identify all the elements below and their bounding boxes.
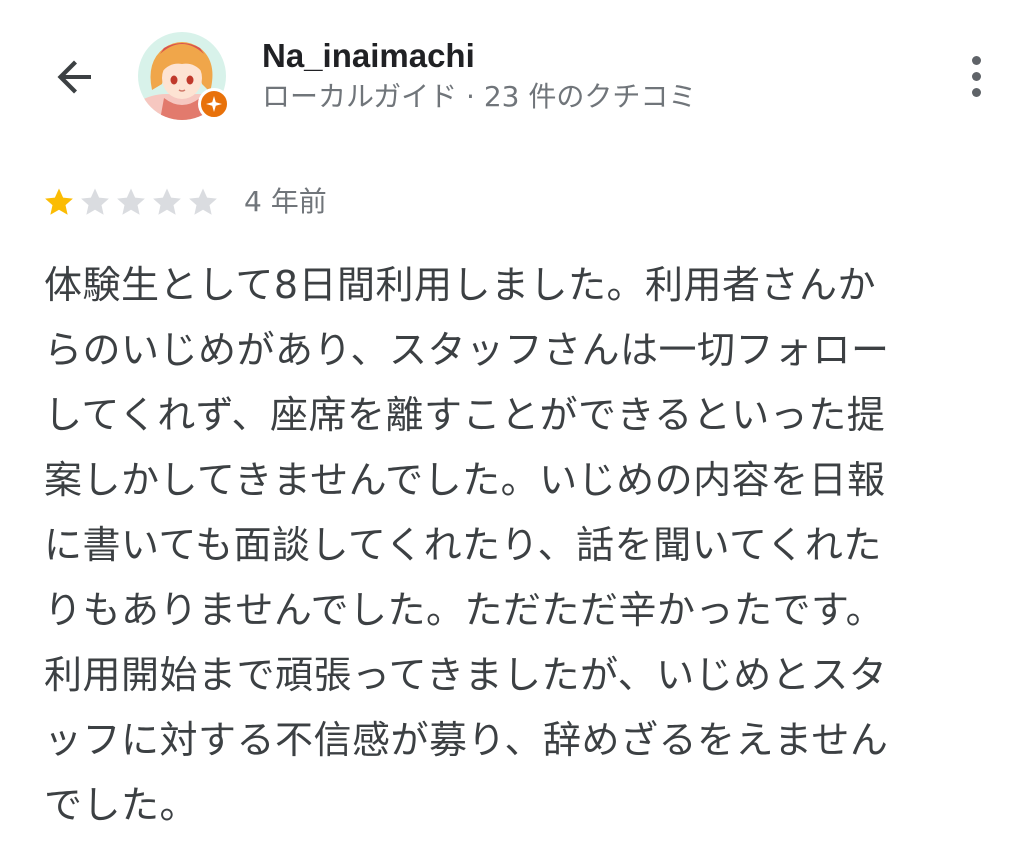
star-empty-icon <box>153 188 181 215</box>
star-empty-icon <box>189 188 217 215</box>
star-filled-icon <box>45 188 73 215</box>
back-button[interactable] <box>40 42 110 112</box>
local-guide-badge <box>198 88 230 120</box>
more-vert-icon <box>971 55 981 65</box>
review-text-line: してくれず、座席を離すことができるといった提 <box>44 393 886 437</box>
user-name[interactable]: Na_inaimachi <box>262 36 475 76</box>
review-rating-row: 4 年前 <box>42 182 327 222</box>
user-subtitle: ローカルガイド · 23 件のクチコミ <box>262 80 697 113</box>
arrow-left-icon <box>57 60 91 94</box>
star-empty-icon <box>117 188 145 215</box>
local-guide-star-icon <box>206 96 222 112</box>
review-text-line: りもありませんでした。ただただ辛かったです。 <box>44 588 885 632</box>
review-text-line: に書いても面談してくれたり、話を聞いてくれた <box>44 523 882 567</box>
more-options-button[interactable] <box>948 46 1004 106</box>
review-text-line: 利用開始まで頑張ってきましたが、いじめとスタ <box>44 653 888 697</box>
review-text: 体験生として8日間利用しました。利用者さんか らのいじめがあり、スタッフさんは一切… <box>44 253 994 838</box>
review-text-line: らのいじめがあり、スタッフさんは一切フォロー <box>44 328 890 372</box>
star-empty-icon <box>81 188 109 215</box>
review-time: 4 年前 <box>244 185 327 218</box>
review-text-line: 案しかしてきませんでした。いじめの内容を日報 <box>44 458 886 502</box>
avatar[interactable] <box>138 32 230 120</box>
review-text-line: 体験生として8日間利用しました。利用者さんか <box>44 263 877 307</box>
star-rating <box>42 185 220 219</box>
review-text-line: ッフに対する不信感が募り、辞めざるをえません <box>44 718 889 762</box>
review-text-line: でした。 <box>44 783 199 827</box>
